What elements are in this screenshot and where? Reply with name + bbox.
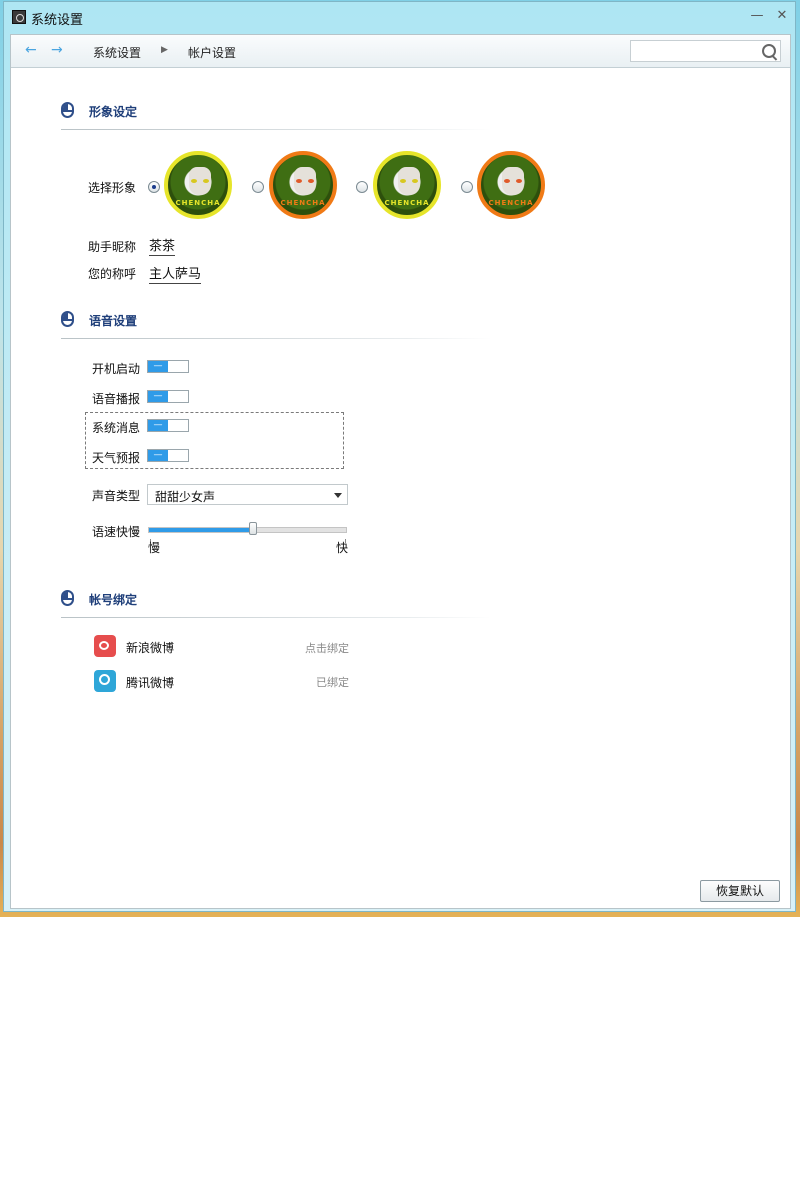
section-divider: [61, 338, 491, 339]
toggle-label-weather: 天气预报: [92, 451, 141, 465]
breadcrumb-system-settings[interactable]: 系统设置: [93, 44, 141, 61]
section-divider: [61, 617, 491, 618]
toggle-startup[interactable]: —: [147, 360, 189, 373]
avatar-brand-text: CHENCHA: [384, 199, 430, 207]
avatar-brand-text: CHENCHA: [488, 199, 534, 207]
search-input[interactable]: [630, 40, 781, 62]
avatar-face: [189, 167, 211, 195]
app-icon: [12, 10, 26, 24]
avatar-brand-text: CHENCHA: [175, 199, 221, 207]
back-arrow-icon[interactable]: ←: [25, 43, 41, 57]
nickname-field[interactable]: 茶茶: [149, 235, 176, 256]
toggle-knob: —: [148, 391, 168, 402]
settings-window: 系统设置 — ✕ ← → 系统设置 ▶ 帐户设置 形象设定 选择形象 CHENC…: [3, 1, 796, 912]
toggle-system-message[interactable]: —: [147, 419, 189, 432]
toggle-knob: —: [148, 361, 168, 372]
mouse-icon: [61, 311, 74, 327]
voice-type-select[interactable]: 甜甜少女声: [147, 484, 348, 505]
callname-label: 您的称呼: [88, 267, 137, 281]
speed-max-label: 快: [336, 541, 349, 555]
account-name-weibo: 新浪微博: [126, 641, 175, 655]
section-divider: [61, 129, 491, 130]
toggle-knob: —: [148, 420, 168, 431]
avatar-face: [398, 167, 420, 195]
select-avatar-label: 选择形象: [88, 181, 137, 195]
speed-label: 语速快慢: [92, 525, 141, 539]
mouse-icon: [61, 590, 74, 606]
voice-type-label: 声音类型: [92, 489, 141, 503]
forward-arrow-icon[interactable]: →: [51, 43, 67, 57]
section-title-avatar: 形象设定: [89, 105, 138, 119]
avatar-brand-text: CHENCHA: [280, 199, 326, 207]
avatar-option-4[interactable]: CHENCHA: [477, 151, 545, 219]
speed-min-label: 慢: [148, 541, 161, 555]
breadcrumb-separator-icon: ▶: [161, 45, 168, 55]
toggle-voice-broadcast[interactable]: —: [147, 390, 189, 403]
section-title-voice: 语音设置: [89, 314, 138, 328]
section-title-accounts: 帐号绑定: [89, 593, 138, 607]
title-bar: 系统设置 — ✕: [4, 2, 795, 32]
window-title: 系统设置: [31, 13, 84, 28]
bind-link-weibo[interactable]: 点击绑定: [281, 640, 349, 656]
voice-type-value: 甜甜少女声: [155, 490, 216, 504]
avatar-face: [294, 167, 316, 195]
avatar-radio-1[interactable]: [148, 181, 160, 193]
avatar-face: [502, 167, 524, 195]
mouse-icon: [61, 102, 74, 118]
nickname-label: 助手昵称: [88, 240, 137, 254]
toggle-label-startup: 开机启动: [92, 362, 141, 376]
avatar-option-3[interactable]: CHENCHA: [373, 151, 441, 219]
account-name-tencent: 腾讯微博: [126, 676, 175, 690]
minimize-button[interactable]: —: [749, 8, 765, 24]
callname-field[interactable]: 主人萨马: [149, 263, 202, 284]
avatar-radio-2[interactable]: [252, 181, 264, 193]
close-button[interactable]: ✕: [774, 8, 790, 24]
bind-status-tencent: 已绑定: [316, 676, 349, 689]
avatar-radio-3[interactable]: [356, 181, 368, 193]
toggle-label-system-message: 系统消息: [92, 421, 141, 435]
avatar-option-1[interactable]: CHENCHA: [164, 151, 232, 219]
toggle-label-voice-broadcast: 语音播报: [92, 392, 141, 406]
speed-slider-track[interactable]: [148, 527, 347, 533]
avatar-option-2[interactable]: CHENCHA: [269, 151, 337, 219]
weibo-icon: [94, 635, 116, 657]
search-icon[interactable]: [762, 44, 776, 58]
avatar-radio-4[interactable]: [461, 181, 473, 193]
navigation-bar: ← → 系统设置 ▶ 帐户设置: [11, 35, 790, 68]
speed-slider-thumb[interactable]: [249, 522, 257, 535]
breadcrumb-account-settings[interactable]: 帐户设置: [188, 44, 236, 61]
toggle-weather[interactable]: —: [147, 449, 189, 462]
speed-slider-fill: [149, 528, 253, 532]
restore-defaults-button[interactable]: 恢复默认: [700, 880, 780, 902]
chevron-down-icon: [334, 493, 342, 498]
content-panel: ← → 系统设置 ▶ 帐户设置 形象设定 选择形象 CHENCHA CHENCH…: [10, 34, 791, 909]
tencent-weibo-icon: [94, 670, 116, 692]
toggle-knob: —: [148, 450, 168, 461]
